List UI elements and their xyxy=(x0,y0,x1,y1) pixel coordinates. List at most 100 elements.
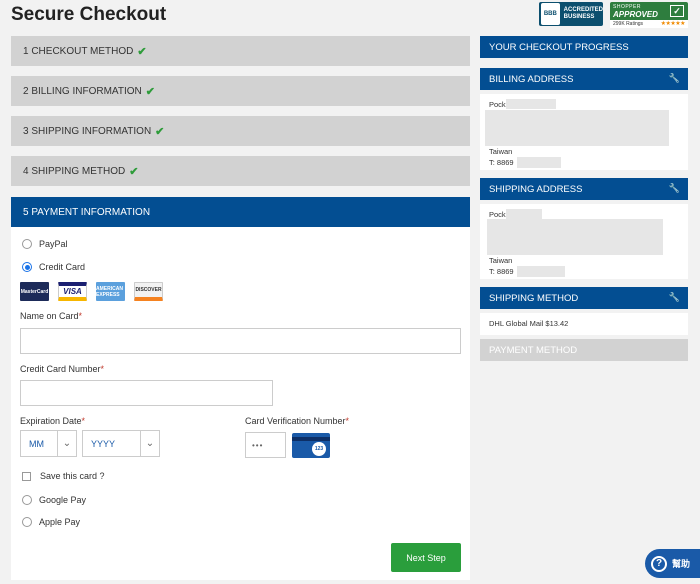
shipping-address-box: Pock Taiwan T: 8869 xyxy=(480,204,688,279)
next-step-button[interactable]: Next Step xyxy=(391,543,461,572)
shipping-name: Pock xyxy=(489,210,506,219)
required-mark: * xyxy=(78,311,83,321)
checkout-progress-header: YOUR CHECKOUT PROGRESS xyxy=(480,36,688,58)
paypal-radio[interactable] xyxy=(22,239,32,249)
wrench-icon[interactable]: 🔧 xyxy=(669,73,680,84)
expiration-label-text: Expiration Date xyxy=(20,416,82,426)
step-shipping-information[interactable]: 3 SHIPPING INFORMATION ✔ xyxy=(11,116,470,146)
credit-card-radio[interactable] xyxy=(22,262,32,272)
name-on-card-input[interactable] xyxy=(20,328,461,354)
help-button[interactable]: ? 幫助 xyxy=(645,549,700,578)
step-payment-information: 5 PAYMENT INFORMATION xyxy=(11,197,470,227)
shopper-approved-badge[interactable]: SHOPPER APPROVED ✓ 299K Ratings ★★★★★ xyxy=(610,2,688,28)
name-on-card-label-text: Name on Card xyxy=(20,311,79,321)
credit-card-option[interactable]: Credit Card xyxy=(22,262,85,272)
google-pay-label: Google Pay xyxy=(39,495,87,505)
bbb-seal-icon: BBB xyxy=(541,3,560,25)
help-label: 幫助 xyxy=(672,559,691,569)
billing-address-box: Pock Taiwan T: 8869 xyxy=(480,94,688,170)
card-stripe xyxy=(292,437,330,441)
redacted-block xyxy=(487,219,663,255)
check-icon: ✔ xyxy=(145,85,155,98)
expiration-year-select[interactable]: YYYY ⌄ xyxy=(82,430,160,457)
wrench-icon[interactable]: 🔧 xyxy=(669,183,680,194)
shopper-ratings-text: 299K Ratings xyxy=(613,21,644,27)
google-pay-option[interactable]: Google Pay xyxy=(22,495,86,505)
redacted-block xyxy=(517,266,565,277)
amex-icon: AMERICAN EXPRESS xyxy=(96,282,125,301)
card-logos: MasterCard VISA AMERICAN EXPRESS DISCOVE… xyxy=(20,282,163,301)
billing-country: Taiwan xyxy=(489,147,513,156)
card-number-label: Credit Card Number* xyxy=(20,364,104,374)
step-billing-information[interactable]: 2 BILLING INFORMATION ✔ xyxy=(11,76,470,106)
cvv-input[interactable]: ••• xyxy=(245,432,286,458)
shipping-phone: T: 8869 xyxy=(489,267,514,276)
required-mark: * xyxy=(81,416,86,426)
shipping-country: Taiwan xyxy=(489,256,513,265)
google-pay-radio[interactable] xyxy=(22,495,32,505)
cvv-digits: 123 xyxy=(312,442,326,456)
month-value: MM xyxy=(29,438,44,449)
step-label: 2 BILLING INFORMATION xyxy=(23,85,142,97)
discover-icon: DISCOVER xyxy=(134,282,163,301)
question-icon: ? xyxy=(651,555,667,572)
save-card-option[interactable]: Save this card ? xyxy=(22,471,105,481)
required-mark: * xyxy=(345,416,350,426)
mastercard-icon: MasterCard xyxy=(20,282,49,301)
chevron-down-icon: ⌄ xyxy=(140,431,159,456)
expiration-label: Expiration Date* xyxy=(20,416,85,426)
wrench-icon[interactable]: 🔧 xyxy=(669,292,680,303)
step-label: 3 SHIPPING INFORMATION xyxy=(23,125,152,137)
save-card-label: Save this card ? xyxy=(40,471,105,481)
required-mark: * xyxy=(100,364,105,374)
card-number-label-text: Credit Card Number xyxy=(20,364,101,374)
cvv-card-icon: 123 xyxy=(292,433,330,458)
card-number-input[interactable] xyxy=(20,380,273,406)
save-card-checkbox[interactable] xyxy=(22,471,31,481)
redacted-block xyxy=(506,209,542,219)
billing-phone: T: 8869 xyxy=(489,158,514,167)
year-value: YYYY xyxy=(91,438,116,449)
shopper-badge-main: APPROVED xyxy=(613,10,658,19)
billing-address-title: BILLING ADDRESS xyxy=(489,73,574,85)
payment-method-header: PAYMENT METHOD xyxy=(480,339,688,361)
shopper-ratings: 299K Ratings ★★★★★ xyxy=(610,20,688,28)
shipping-method-title: SHIPPING METHOD xyxy=(489,292,579,304)
credit-card-label: Credit Card xyxy=(39,262,86,272)
step-checkout-method[interactable]: 1 CHECKOUT METHOD ✔ xyxy=(11,36,470,66)
expiration-month-select[interactable]: MM ⌄ xyxy=(20,430,77,457)
step-shipping-method[interactable]: 4 SHIPPING METHOD ✔ xyxy=(11,156,470,186)
bbb-badge-text: ACCREDITED BUSINESS xyxy=(563,7,603,20)
page-title: Secure Checkout xyxy=(11,4,167,25)
shipping-method-header: SHIPPING METHOD 🔧 xyxy=(480,287,688,309)
shipping-address-title: SHIPPING ADDRESS xyxy=(489,183,583,195)
redacted-block xyxy=(517,157,561,168)
apple-pay-radio[interactable] xyxy=(22,517,32,527)
step-label: 5 PAYMENT INFORMATION xyxy=(23,206,151,218)
redacted-block xyxy=(485,110,669,146)
shipping-address-header: SHIPPING ADDRESS 🔧 xyxy=(480,178,688,200)
bbb-accredited-badge[interactable]: BBB ACCREDITED BUSINESS xyxy=(539,2,603,26)
cvv-label: Card Verification Number* xyxy=(245,416,349,426)
step-label: 4 SHIPPING METHOD xyxy=(23,165,126,177)
paypal-label: PayPal xyxy=(39,239,68,249)
check-icon: ✔ xyxy=(155,125,165,138)
payment-panel: PayPal Credit Card MasterCard VISA AMERI… xyxy=(11,227,470,580)
redacted-block xyxy=(506,99,556,109)
step-label: 1 CHECKOUT METHOD xyxy=(23,45,134,57)
paypal-option[interactable]: PayPal xyxy=(22,239,68,249)
visa-icon: VISA xyxy=(58,282,87,301)
star-rating-icon: ★★★★★ xyxy=(660,21,686,27)
billing-address-header: BILLING ADDRESS 🔧 xyxy=(480,68,688,90)
shopper-check-icon: ✓ xyxy=(670,5,684,17)
check-icon: ✔ xyxy=(129,165,139,178)
apple-pay-option[interactable]: Apple Pay xyxy=(22,517,80,527)
billing-name: Pock xyxy=(489,100,506,109)
shipping-method-box: DHL Global Mail $13.42 xyxy=(480,313,688,335)
apple-pay-label: Apple Pay xyxy=(39,517,81,527)
cvv-label-text: Card Verification Number xyxy=(245,416,346,426)
chevron-down-icon: ⌄ xyxy=(57,431,76,456)
check-icon: ✔ xyxy=(137,45,147,58)
shipping-method-value: DHL Global Mail $13.42 xyxy=(489,319,569,328)
name-on-card-label: Name on Card* xyxy=(20,311,82,321)
